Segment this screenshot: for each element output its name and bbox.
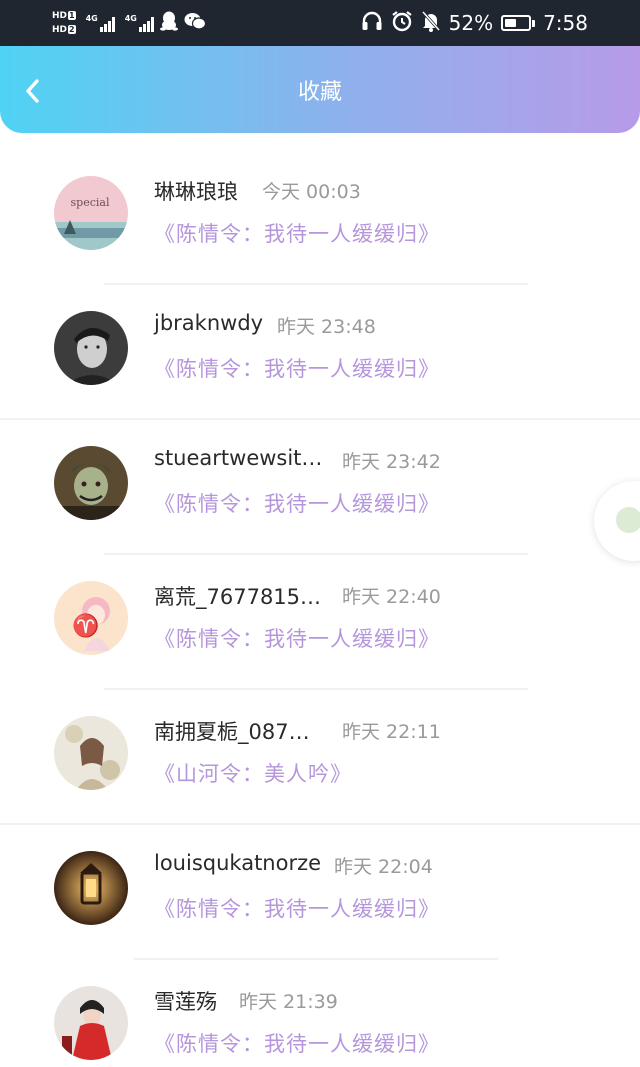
avatar[interactable] <box>54 851 128 925</box>
list-item[interactable]: louisqukatnorze 昨天 22:04 《陈情令：我待一人缓缓归》 <box>0 825 640 960</box>
network-type-2: 4G <box>124 14 137 23</box>
list-item[interactable]: 南拥夏栀_087… 昨天 22:11 《山河令：美人吟》 <box>0 690 640 825</box>
list-item[interactable]: stueartwewsit… 昨天 23:42 《陈情令：我待一人缓缓归》 <box>0 420 640 555</box>
battery-nub <box>532 19 536 27</box>
favorites-screen: HD 1 HD 2 4G 4G 52% 7:58 收藏 special 琳琳琅琅… <box>0 0 640 1067</box>
floating-button-icon <box>616 507 640 533</box>
svg-text:♈: ♈ <box>72 613 99 639</box>
signal-icon-1: 4G <box>86 14 115 32</box>
work-title-link[interactable]: 《陈情令：我待一人缓缓归》 <box>154 353 440 383</box>
favorite-time: 昨天 22:40 <box>342 586 441 608</box>
list-item[interactable]: ♈ 离荒_7677815… 昨天 22:40 《陈情令：我待一人缓缓归》 <box>0 555 640 690</box>
status-bar: HD 1 HD 2 4G 4G 52% 7:58 <box>0 0 640 46</box>
status-bar-left: HD 1 HD 2 4G 4G <box>52 6 206 40</box>
battery-icon <box>501 15 536 31</box>
avatar[interactable] <box>54 311 128 385</box>
work-title-link[interactable]: 《陈情令：我待一人缓缓归》 <box>154 218 440 248</box>
user-name: 南拥夏栀_087… <box>154 720 310 744</box>
user-name: stueartwewsit… <box>154 446 323 470</box>
avatar[interactable]: special <box>54 176 128 250</box>
user-name: 琳琳琅琅 <box>154 180 238 204</box>
list-item[interactable]: 雪莲殇 昨天 21:39 《陈情令：我待一人缓缓归》 <box>0 960 640 1067</box>
signal-icon-2: 4G <box>125 14 154 32</box>
header-bar: 收藏 <box>0 46 640 133</box>
hd2-number: 2 <box>68 24 76 34</box>
work-title-link[interactable]: 《陈情令：我待一人缓缓归》 <box>154 1028 440 1058</box>
hd1-indicator: HD 1 <box>52 10 76 22</box>
headphones-icon <box>361 11 383 36</box>
hd1-label: HD <box>52 10 68 21</box>
user-name: 离荒_7677815… <box>154 585 322 609</box>
mute-bell-icon <box>421 10 441 37</box>
svg-text:special: special <box>71 196 110 209</box>
user-name: jbraknwdy <box>154 311 264 335</box>
hd1-number: 1 <box>68 10 76 20</box>
penguin-icon <box>159 11 178 35</box>
battery-percent: 52% <box>448 11 494 35</box>
battery-body <box>501 15 532 31</box>
page-title: 收藏 <box>297 79 342 105</box>
clock: 7:58 <box>543 11 588 35</box>
favorite-time: 昨天 22:11 <box>342 721 441 743</box>
favorite-time: 昨天 23:42 <box>342 451 441 473</box>
list-item[interactable]: special 琳琳琅琅 今天 00:03 《陈情令：我待一人缓缓归》 <box>0 150 640 285</box>
avatar[interactable] <box>54 716 128 790</box>
list-item[interactable]: jbraknwdy 昨天 23:48 《陈情令：我待一人缓缓归》 <box>0 285 640 420</box>
favorite-time: 昨天 22:04 <box>334 856 433 878</box>
user-name: 雪莲殇 <box>154 990 217 1014</box>
favorite-time: 昨天 21:39 <box>239 991 338 1013</box>
wechat-icon <box>184 12 206 34</box>
avatar[interactable]: ♈ <box>54 581 128 655</box>
favorite-time: 昨天 23:48 <box>277 316 376 338</box>
avatar[interactable] <box>54 986 128 1060</box>
alarm-icon <box>391 10 413 37</box>
battery-fill <box>505 19 517 27</box>
favorites-list: special 琳琳琅琅 今天 00:03 《陈情令：我待一人缓缓归》 jbra… <box>0 150 640 1067</box>
user-name: louisqukatnorze <box>154 851 322 875</box>
work-title-link[interactable]: 《陈情令：我待一人缓缓归》 <box>154 623 440 653</box>
hd2-indicator: HD 2 <box>52 24 76 36</box>
work-title-link[interactable]: 《山河令：美人吟》 <box>154 758 352 788</box>
hd-indicators: HD 1 HD 2 <box>52 10 76 36</box>
avatar[interactable] <box>54 446 128 520</box>
favorite-time: 今天 00:03 <box>262 181 361 203</box>
network-type-1: 4G <box>85 14 98 23</box>
status-bar-right: 52% 7:58 <box>361 0 588 46</box>
work-title-link[interactable]: 《陈情令：我待一人缓缓归》 <box>154 893 440 923</box>
work-title-link[interactable]: 《陈情令：我待一人缓缓归》 <box>154 488 440 518</box>
hd2-label: HD <box>52 24 68 35</box>
